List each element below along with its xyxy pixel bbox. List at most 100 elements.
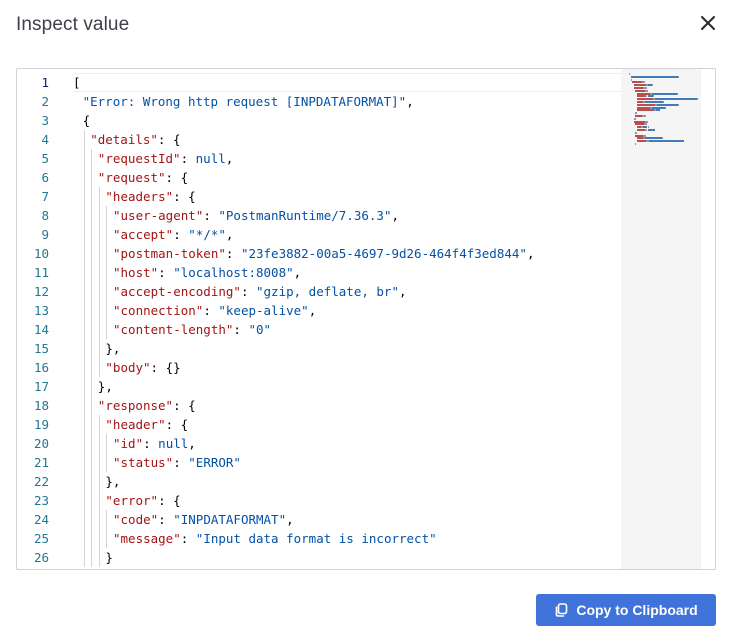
minimap-line — [630, 78, 632, 81]
minimap-line — [636, 137, 644, 140]
minimap[interactable] — [621, 69, 701, 569]
json-punctuation: } — [105, 550, 113, 565]
json-key: "details" — [90, 132, 158, 147]
copy-to-clipboard-button[interactable]: Copy to Clipboard — [536, 594, 716, 626]
close-button[interactable] — [698, 13, 718, 33]
json-punctuation: : — [158, 512, 174, 527]
json-punctuation: , — [225, 227, 234, 242]
json-value: "23fe3882-00a5-4697-9d26-464f4f3ed844" — [240, 246, 527, 261]
json-key: "requestId" — [97, 151, 181, 166]
json-key: "user-agent" — [113, 208, 204, 223]
minimap-line — [636, 101, 644, 103]
line-number: 9 — [41, 227, 49, 242]
json-punctuation: , — [526, 246, 535, 261]
json-value: "ERROR" — [188, 455, 241, 470]
json-key: "response" — [97, 398, 174, 413]
json-value: "gzip, deflate, br" — [256, 284, 399, 299]
current-line-highlight — [73, 73, 621, 92]
code-line: "Error: Wrong http request [INPDATAFORMA… — [83, 92, 414, 111]
line-number: 14 — [33, 322, 49, 337]
json-value: "Error: Wrong http request [INPDATAFORMA… — [82, 94, 407, 109]
line-number: 24 — [33, 512, 49, 527]
line-number: 17 — [33, 379, 49, 394]
minimap-line — [657, 103, 679, 106]
json-punctuation: : — [225, 246, 241, 261]
json-punctuation: : { — [157, 132, 181, 147]
code-line: "accept-encoding": "gzip, deflate, br", — [113, 282, 407, 301]
minimap-line — [644, 120, 648, 123]
indent-guide — [106, 434, 108, 472]
minimap-line — [678, 103, 680, 106]
json-value: "*/*" — [188, 227, 226, 242]
minimap-line — [635, 143, 637, 145]
copy-button-label: Copy to Clipboard — [576, 602, 698, 618]
minimap-line — [636, 106, 650, 109]
minimap-line — [645, 137, 662, 140]
json-punctuation: : {} — [150, 360, 181, 375]
minimap-line — [655, 98, 697, 101]
json-value: "Input data format is incorrect" — [195, 531, 437, 546]
line-number: 21 — [33, 455, 49, 470]
minimap-line — [652, 84, 654, 87]
minimap-line — [643, 123, 648, 126]
code-line: "headers": { — [105, 187, 195, 206]
code-line: "status": "ERROR" — [113, 453, 241, 472]
line-number: 23 — [33, 493, 49, 508]
line-number: 11 — [33, 265, 49, 280]
line-number: 4 — [41, 132, 49, 147]
json-punctuation: [ — [73, 75, 81, 90]
line-number: 20 — [33, 436, 49, 451]
code-line: "connection": "keep-alive", — [113, 301, 316, 320]
vertical-scrollbar[interactable] — [701, 69, 715, 569]
json-value: "localhost:8008" — [173, 265, 294, 280]
json-value: null — [158, 436, 189, 451]
minimap-line — [629, 73, 631, 75]
minimap-line — [635, 131, 638, 134]
code-line: "details": { — [90, 130, 180, 149]
json-punctuation: : — [173, 455, 189, 470]
code-line: "content-length": "0" — [113, 320, 271, 339]
minimap-line — [633, 120, 645, 123]
line-number: 19 — [33, 417, 49, 432]
line-number: 8 — [41, 208, 49, 223]
minimap-line — [633, 87, 644, 89]
minimap-line — [677, 92, 679, 95]
indent-guide — [98, 187, 100, 377]
minimap-line — [697, 98, 699, 101]
json-key: "accept" — [113, 227, 174, 242]
code-area[interactable]: ["Error: Wrong http request [INPDATAFORM… — [73, 69, 621, 569]
minimap-line — [656, 109, 660, 112]
code-line: "postman-token": "23fe3882-00a5-4697-9d2… — [113, 244, 534, 263]
dialog-title: Inspect value — [16, 14, 130, 35]
minimap-line — [645, 101, 663, 103]
line-number-gutter: 1 2 3 4 5 6 7 8 9 10 11 12 13 14 15 16 17 18 19 20 21 22 23 24 2… — [17, 69, 73, 569]
json-punctuation: , — [293, 265, 302, 280]
indent-guide — [98, 415, 100, 567]
json-key: "request" — [97, 170, 166, 185]
json-value: "keep-alive" — [218, 303, 309, 318]
code-line: "header": { — [105, 415, 188, 434]
code-line: "requestId": null, — [98, 149, 234, 168]
json-punctuation: }, — [105, 474, 121, 489]
line-number: 12 — [33, 284, 49, 299]
minimap-line — [647, 126, 649, 129]
line-number: 18 — [33, 398, 49, 413]
json-punctuation: : { — [158, 493, 181, 508]
minimap-line — [633, 84, 646, 87]
json-key: "status" — [113, 455, 174, 470]
indent-guide — [91, 149, 93, 567]
json-value: "INPDATAFORMAT" — [173, 512, 287, 527]
code-editor[interactable]: 1 2 3 4 5 6 7 8 9 10 11 12 13 14 15 16 17 18 19 20 21 22 23 24 2… — [16, 68, 716, 570]
line-number: 22 — [33, 474, 49, 489]
code-line: "body": {} — [105, 358, 180, 377]
json-key: "headers" — [105, 189, 174, 204]
minimap-line — [653, 95, 655, 98]
json-key: "header" — [105, 417, 166, 432]
minimap-line — [636, 140, 647, 143]
json-value: "PostmanRuntime/7.36.3" — [218, 208, 392, 223]
minimap-line — [647, 129, 656, 131]
code-line: }, — [98, 377, 113, 396]
json-value: "0" — [248, 322, 272, 337]
minimap-line — [632, 81, 642, 84]
minimap-line — [633, 117, 636, 120]
